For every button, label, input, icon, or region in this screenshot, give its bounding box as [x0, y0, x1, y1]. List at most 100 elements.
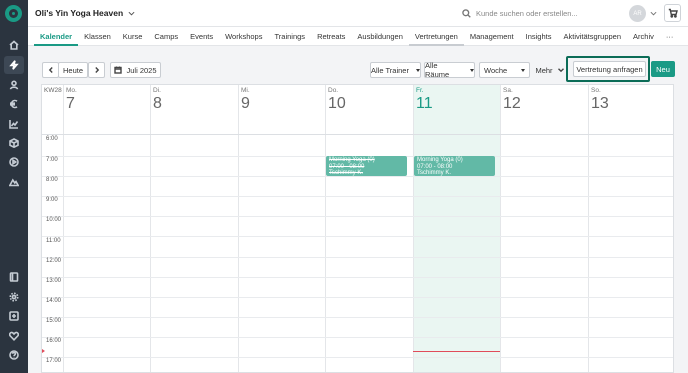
mountain-icon[interactable] — [4, 173, 24, 191]
customer-search — [462, 7, 617, 20]
tab-insights[interactable]: Insights — [520, 27, 558, 46]
chevron-left-icon — [48, 67, 53, 73]
time-label: 11:00 — [46, 238, 61, 244]
tab-ausbildungen[interactable]: Ausbildungen — [351, 27, 408, 46]
day-header-sat[interactable]: Sa. 12 — [503, 87, 521, 112]
view-select[interactable]: Woche — [479, 62, 530, 78]
trainer-filter[interactable]: Alle Trainer — [370, 62, 421, 78]
day-number: 13 — [591, 95, 609, 112]
time-label: 13:00 — [46, 278, 62, 284]
view-select-value: Woche — [484, 65, 508, 75]
home-icon[interactable] — [4, 36, 24, 54]
studio-name: Oli's Yin Yoga Heaven — [35, 8, 124, 18]
box-icon[interactable] — [4, 134, 24, 152]
day-name: Fr. — [416, 87, 424, 94]
app-logo[interactable] — [5, 5, 22, 22]
day-header-sun[interactable]: So. 13 — [591, 87, 609, 112]
day-number: 11 — [416, 95, 433, 112]
tab-archiv[interactable]: Archiv — [627, 27, 660, 46]
day-name: So. — [591, 87, 601, 94]
chevron-down-icon — [128, 11, 135, 16]
cart-button[interactable] — [664, 4, 681, 22]
tab-vertretungen[interactable]: Vertretungen — [408, 27, 464, 46]
bolt-icon[interactable] — [4, 56, 24, 74]
day-number: 12 — [503, 95, 521, 112]
caret-down-icon — [470, 68, 474, 72]
today-button[interactable]: Heute — [58, 62, 88, 78]
day-header-thu[interactable]: Do. 10 — [328, 87, 346, 112]
event-time: 07:00 - 08:00 — [417, 163, 453, 170]
search-input[interactable] — [476, 9, 606, 18]
tab-aktivitaetsgruppen[interactable]: Aktivitätsgruppen — [557, 27, 627, 46]
tab-retreats[interactable]: Retreats — [311, 27, 351, 46]
plus-square-icon[interactable] — [4, 307, 24, 325]
chevron-down-icon — [557, 68, 564, 73]
chevron-right-icon — [94, 67, 99, 73]
current-time-marker — [42, 349, 45, 353]
time-label: 8:00 — [46, 177, 58, 183]
tab-events[interactable]: Events — [184, 27, 219, 46]
tab-klassen[interactable]: Klassen — [78, 27, 117, 46]
day-name: Di. — [153, 87, 161, 94]
day-name: Sa. — [503, 87, 513, 94]
play-icon[interactable] — [4, 153, 24, 171]
event-time: 07:00 - 08:00 — [329, 163, 365, 170]
tab-workshops[interactable]: Workshops — [219, 27, 268, 46]
caret-down-icon — [415, 68, 420, 72]
tab-management[interactable]: Management — [464, 27, 520, 46]
chart-icon[interactable] — [4, 115, 24, 133]
time-label: 10:00 — [46, 217, 62, 223]
request-substitute-button[interactable]: Vertretung anfragen — [573, 61, 646, 77]
new-button[interactable]: Neu — [651, 61, 675, 77]
day-header-wed[interactable]: Mi. 9 — [241, 87, 250, 112]
new-label: Neu — [656, 64, 670, 74]
gear-icon[interactable] — [4, 288, 24, 306]
book-icon[interactable] — [4, 268, 24, 286]
event-title: Morning Yoga (0) — [329, 157, 375, 163]
time-label: 9:00 — [46, 197, 58, 203]
tab-kurse[interactable]: Kurse — [117, 27, 149, 46]
avatar[interactable]: AR — [629, 5, 646, 22]
time-label: 17:00 — [46, 358, 62, 364]
tab-trainings[interactable]: Trainings — [268, 27, 311, 46]
day-number: 9 — [241, 95, 250, 112]
user-icon[interactable] — [4, 76, 24, 94]
tab-camps[interactable]: Camps — [148, 27, 184, 46]
chevron-down-icon[interactable] — [650, 10, 657, 17]
event-card-cancelled[interactable]: Morning Yoga (0) 07:00 - 08:00 Tschimmy … — [326, 156, 407, 176]
tab-kalender[interactable]: Kalender — [34, 27, 79, 46]
day-header-tue[interactable]: Di. 8 — [153, 87, 162, 112]
day-header-mon[interactable]: Mo. 7 — [66, 87, 77, 112]
next-week-button[interactable] — [88, 62, 105, 78]
day-number: 7 — [66, 95, 75, 112]
time-label: 16:00 — [46, 338, 62, 344]
more-menu-button[interactable]: Mehr — [533, 62, 567, 78]
euro-icon[interactable] — [4, 95, 24, 113]
prev-week-button[interactable] — [42, 62, 59, 78]
event-card[interactable]: Morning Yoga (0) 07:00 - 08:00 Tschimmy … — [414, 156, 495, 176]
time-label: 6:00 — [46, 136, 58, 142]
calendar-icon — [114, 66, 123, 74]
top-bar: Oli's Yin Yoga Heaven AR — [28, 0, 688, 27]
day-name: Do. — [328, 87, 339, 94]
cart-icon — [668, 8, 678, 18]
month-label: Juli 2025 — [126, 65, 157, 75]
avatar-initials: AR — [633, 10, 642, 17]
week-calendar: KW28 Mo. 7 Di. 8 Mi. 9 Do. 10 Fr. 11 Sa.… — [41, 84, 674, 373]
trainer-filter-value: Alle Trainer — [371, 65, 409, 75]
time-label: 15:00 — [46, 318, 62, 324]
time-label: 7:00 — [46, 157, 58, 163]
date-picker-button[interactable]: Juli 2025 — [110, 62, 161, 78]
studio-switcher[interactable]: Oli's Yin Yoga Heaven — [35, 8, 135, 18]
room-filter[interactable]: Alle Räume — [424, 61, 475, 79]
day-header-fri[interactable]: Fr. 11 — [416, 87, 433, 112]
day-number: 10 — [328, 95, 346, 112]
week-number: KW28 — [44, 87, 62, 94]
today-column — [413, 85, 500, 372]
heart-icon[interactable] — [4, 327, 24, 345]
time-label: 14:00 — [46, 298, 62, 304]
tab-more[interactable]: ··· — [660, 27, 680, 46]
caret-down-icon — [521, 68, 525, 72]
request-substitute-label: Vertretung anfragen — [576, 64, 643, 74]
help-icon[interactable] — [4, 346, 24, 364]
